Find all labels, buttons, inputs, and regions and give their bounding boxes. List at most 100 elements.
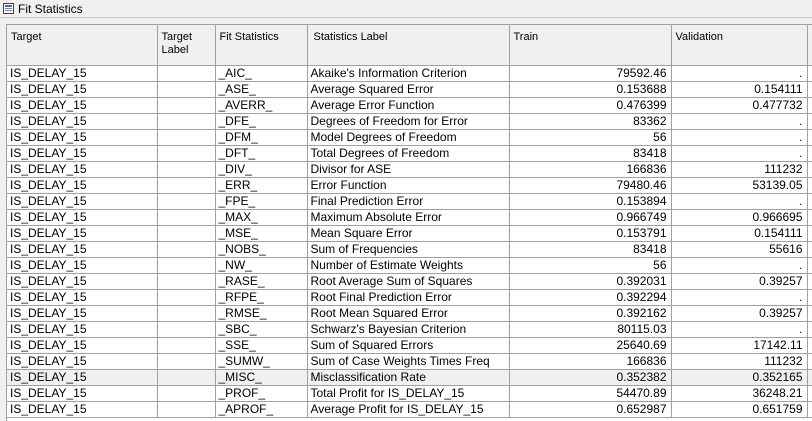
train-value-cell: 0.392031: [509, 273, 672, 290]
fit-statistic-cell: _DIV_: [215, 161, 308, 178]
table-row[interactable]: IS_DELAY_15 _DIV_ Divisor for ASE 166836 111…: [7, 161, 812, 178]
target-label-cell: [157, 305, 216, 322]
column-header-validation[interactable]: Validation: [671, 25, 808, 66]
fit-statistic-cell: _ERR_: [215, 177, 308, 194]
target-cell: IS_DELAY_15: [7, 305, 158, 322]
statistics-label-cell: Model Degrees of Freedom: [307, 129, 510, 146]
validation-value-cell: 55616: [671, 241, 808, 258]
fit-statistic-cell: _AVERR_: [215, 97, 308, 114]
table-row[interactable]: IS_DELAY_15 _NW_ Number of Estimate Weight…: [7, 257, 812, 274]
target-label-cell: [157, 129, 216, 146]
train-value-cell: 0.392162: [509, 305, 672, 322]
target-cell: IS_DELAY_15: [7, 225, 158, 242]
table-row[interactable]: IS_DELAY_15 _ASE_ Average Squared Error 0.1…: [7, 81, 812, 98]
target-label-cell: [157, 209, 216, 226]
table-row[interactable]: IS_DELAY_15 _FPE_ Final Prediction Error 0.…: [7, 193, 812, 210]
target-cell: IS_DELAY_15: [7, 97, 158, 114]
column-header-target[interactable]: Target: [7, 25, 158, 66]
validation-value-cell: 111232: [671, 161, 808, 178]
validation-value-cell: 0.154111: [671, 225, 808, 242]
table-row[interactable]: IS_DELAY_15 _RASE_ Root Average Sum of Squ…: [7, 273, 812, 290]
filler-cell: [807, 289, 812, 306]
target-cell: IS_DELAY_15: [7, 385, 158, 402]
table-row[interactable]: IS_DELAY_15 _AVERR_ Average Error Function…: [7, 97, 812, 114]
fit-statistic-cell: _FPE_: [215, 193, 308, 210]
validation-value-cell: .: [671, 289, 808, 306]
statistics-label-cell: Sum of Squared Errors: [307, 337, 510, 354]
train-value-cell: 0.153894: [509, 193, 672, 210]
table-row[interactable]: IS_DELAY_15 _MISC_ Misclassification Rate 0…: [7, 369, 812, 386]
train-value-cell: 166836: [509, 161, 672, 178]
train-value-cell: 56: [509, 129, 672, 146]
fit-statistic-cell: _DFE_: [215, 113, 308, 130]
fit-statistic-cell: _DFT_: [215, 145, 308, 162]
fit-statistic-cell: _AIC_: [215, 65, 308, 82]
target-cell: IS_DELAY_15: [7, 241, 158, 258]
statistics-label-cell: Error Function: [307, 177, 510, 194]
table-row[interactable]: IS_DELAY_15 _MAX_ Maximum Absolute Error 0.…: [7, 209, 812, 226]
target-cell: IS_DELAY_15: [7, 337, 158, 354]
fit-statistic-cell: _PROF_: [215, 385, 308, 402]
filler-cell: [807, 225, 812, 242]
filler-cell: [807, 145, 812, 162]
table-header-row: Target Target Label Fit Statistics Stati…: [7, 25, 812, 66]
train-value-cell: 25640.69: [509, 337, 672, 354]
target-label-cell: [157, 65, 216, 82]
statistics-label-cell: Final Prediction Error: [307, 193, 510, 210]
column-header-target-label[interactable]: Target Label: [157, 25, 216, 66]
filler-cell: [807, 257, 812, 274]
column-header-statistics-label[interactable]: Statistics Label: [307, 25, 510, 66]
train-value-cell: 0.476399: [509, 97, 672, 114]
fit-statistic-cell: _NOBS_: [215, 241, 308, 258]
table-row[interactable]: IS_DELAY_15 _PROF_ Total Profit for IS_DEL…: [7, 385, 812, 402]
target-label-cell: [157, 97, 216, 114]
table-row[interactable]: IS_DELAY_15 _SBC_ Schwarz's Bayesian Crite…: [7, 321, 812, 338]
fit-statistics-table[interactable]: Target Target Label Fit Statistics Stati…: [6, 24, 812, 421]
statistics-label-cell: Misclassification Rate: [307, 369, 510, 386]
table-row[interactable]: IS_DELAY_15 _DFT_ Total Degrees of Freedom…: [7, 145, 812, 162]
fit-statistic-cell: _RMSE_: [215, 305, 308, 322]
validation-value-cell: 53139.05: [671, 177, 808, 194]
target-cell: IS_DELAY_15: [7, 145, 158, 162]
table-row[interactable]: IS_DELAY_15 _ERR_ Error Function 79480.46 53…: [7, 177, 812, 194]
statistics-label-cell: Number of Estimate Weights: [307, 257, 510, 274]
statistics-label-cell: Total Degrees of Freedom: [307, 145, 510, 162]
statistics-label-cell: Schwarz's Bayesian Criterion: [307, 321, 510, 338]
table-row[interactable]: IS_DELAY_15 _MSE_ Mean Square Error 0.15379…: [7, 225, 812, 242]
target-label-cell: [157, 369, 216, 386]
fit-statistic-cell: _APROF_: [215, 401, 308, 418]
validation-value-cell: 0.651759: [671, 401, 808, 418]
fit-statistic-cell: _RFPE_: [215, 289, 308, 306]
train-value-cell: 54470.89: [509, 385, 672, 402]
target-cell: IS_DELAY_15: [7, 177, 158, 194]
title-bar: Fit Statistics: [0, 0, 812, 18]
validation-value-cell: .: [671, 65, 808, 82]
column-header-fit-statistics[interactable]: Fit Statistics: [215, 25, 308, 66]
table-row[interactable]: IS_DELAY_15 _AIC_ Akaike's Information Cri…: [7, 65, 812, 82]
statistics-label-cell: Average Squared Error: [307, 81, 510, 98]
target-label-cell: [157, 225, 216, 242]
statistics-label-cell: Sum of Case Weights Times Freq: [307, 353, 510, 370]
table-row[interactable]: IS_DELAY_15 _APROF_ Average Profit for IS_…: [7, 401, 812, 418]
train-value-cell: 0.966749: [509, 209, 672, 226]
filler-cell: [807, 321, 812, 338]
train-value-cell: 0.153688: [509, 81, 672, 98]
validation-value-cell: 111232: [671, 353, 808, 370]
target-label-cell: [157, 177, 216, 194]
train-value-cell: 83362: [509, 113, 672, 130]
statistics-label-cell: Root Average Sum of Squares: [307, 273, 510, 290]
table-row[interactable]: IS_DELAY_15 _NOBS_ Sum of Frequencies 83418…: [7, 241, 812, 258]
target-cell: IS_DELAY_15: [7, 81, 158, 98]
table-row[interactable]: IS_DELAY_15 _SUMW_ Sum of Case Weights Tim…: [7, 353, 812, 370]
table-row[interactable]: IS_DELAY_15 _DFE_ Degrees of Freedom for E…: [7, 113, 812, 130]
table-row[interactable]: IS_DELAY_15 _SSE_ Sum of Squared Errors 256…: [7, 337, 812, 354]
statistics-label-cell: Maximum Absolute Error: [307, 209, 510, 226]
column-header-train[interactable]: Train: [509, 25, 672, 66]
table-row[interactable]: IS_DELAY_15 _RFPE_ Root Final Prediction E…: [7, 289, 812, 306]
table-row[interactable]: IS_DELAY_15 _RMSE_ Root Mean Squared Error…: [7, 305, 812, 322]
filler-cell: [807, 177, 812, 194]
train-value-cell: 0.652987: [509, 401, 672, 418]
train-value-cell: 0.352382: [509, 369, 672, 386]
target-label-cell: [157, 337, 216, 354]
table-row[interactable]: IS_DELAY_15 _DFM_ Model Degrees of Freedom…: [7, 129, 812, 146]
